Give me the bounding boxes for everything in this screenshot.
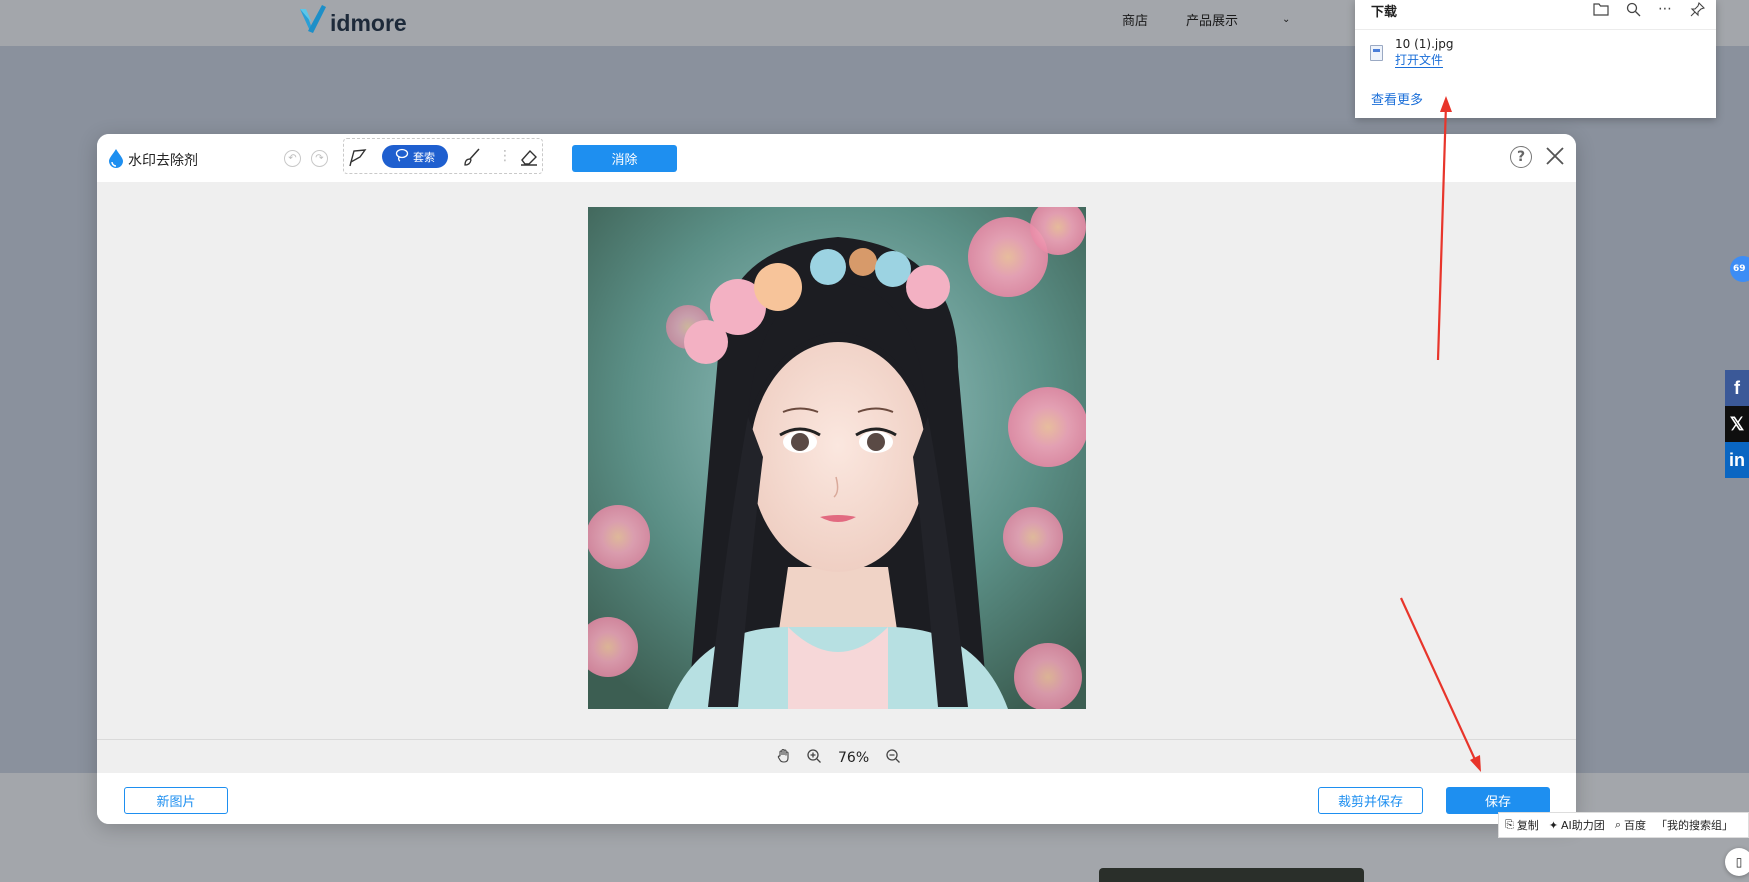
vidmore-logo-icon — [298, 3, 328, 37]
zoom-bar: 76% — [97, 740, 1576, 773]
site-logo[interactable]: idmore — [298, 3, 407, 37]
open-file-link[interactable]: 打开文件 — [1395, 53, 1444, 68]
downloads-actions: ⋯ — [1592, 0, 1706, 18]
copy-icon: ⎘ — [1505, 818, 1514, 831]
lasso-label: 套索 — [413, 150, 435, 164]
lasso-icon — [395, 148, 409, 165]
redo-icon[interactable]: ↷ — [311, 150, 328, 167]
modal-toolbar: 水印去除剂 ↶ ↷ 套索 ⋮ 消除 ? — [97, 134, 1576, 182]
linkedin-share-icon[interactable]: in — [1725, 442, 1749, 478]
folder-icon[interactable] — [1592, 0, 1610, 18]
nav-products-label: 产品展示 — [1186, 14, 1239, 29]
brush-icon[interactable] — [461, 146, 483, 168]
copy-action[interactable]: ⎘ 复制 — [1505, 817, 1539, 833]
logo-text: idmore — [330, 9, 407, 36]
modal-footer: 新图片 裁剪并保存 保存 — [97, 773, 1576, 824]
see-more-link[interactable]: 查看更多 — [1371, 89, 1423, 108]
nav-store[interactable]: 商店 — [1122, 10, 1148, 29]
reader-icon[interactable]: ▯ — [1725, 848, 1749, 876]
nav-products[interactable]: 产品展示 ⌄ — [1186, 10, 1328, 29]
zoom-out-icon[interactable] — [885, 748, 901, 768]
crop-and-save-button[interactable]: 裁剪并保存 — [1318, 787, 1423, 814]
downloads-panel: 下载 ⋯ 10 (1).jpg 打开文件 查看更多 — [1355, 0, 1716, 118]
chevron-down-icon: ⌄ — [1282, 14, 1291, 25]
edited-photo[interactable] — [588, 207, 1086, 709]
lasso-tool-button[interactable]: 套索 — [382, 145, 448, 168]
downloads-title: 下载 — [1371, 5, 1398, 20]
zoom-level: 76% — [838, 750, 870, 766]
watermark-remover-modal: 水印去除剂 ↶ ↷ 套索 ⋮ 消除 ? 76% 新图片 裁剪并保存 保存 — [97, 134, 1576, 824]
more-options-icon[interactable]: ⋯ — [1656, 0, 1674, 18]
search-small-icon: ⌕ — [1614, 818, 1621, 831]
close-icon[interactable] — [1543, 144, 1567, 168]
selection-toolbar: ⎘ 复制 ✦ AI助力团 ⌕ 百度 「我的搜索组」 — [1498, 812, 1749, 838]
save-button[interactable]: 保存 — [1446, 787, 1550, 814]
sparkle-icon: ✦ — [1548, 818, 1559, 832]
new-image-button[interactable]: 新图片 — [124, 787, 228, 814]
ai-action[interactable]: ✦ AI助力团 — [1549, 817, 1605, 833]
x-share-icon[interactable]: 𝕏 — [1725, 406, 1749, 442]
app-title: 水印去除剂 — [107, 148, 198, 172]
site-thumbnail — [1099, 868, 1364, 882]
facebook-share-icon[interactable]: f — [1725, 370, 1749, 406]
baidu-label: 百度 — [1623, 819, 1646, 832]
eraser-icon[interactable] — [518, 146, 540, 168]
help-icon[interactable]: ? — [1510, 146, 1532, 168]
search-icon[interactable] — [1624, 0, 1642, 18]
image-canvas[interactable] — [97, 182, 1576, 740]
hand-pan-icon[interactable] — [776, 748, 792, 768]
zoom-in-icon[interactable] — [806, 748, 822, 768]
polygon-lasso-icon[interactable] — [347, 146, 369, 168]
tool-separator: ⋮ — [498, 148, 512, 164]
pin-icon[interactable] — [1688, 0, 1706, 18]
search-group-action[interactable]: 「我的搜索组」 — [1656, 817, 1733, 833]
undo-icon[interactable]: ↶ — [284, 150, 301, 167]
download-file-name[interactable]: 10 (1).jpg — [1395, 37, 1453, 51]
image-file-icon — [1370, 45, 1383, 61]
downloads-divider — [1355, 29, 1716, 30]
side-badge[interactable]: 69 — [1730, 256, 1749, 282]
water-drop-icon — [107, 148, 125, 172]
app-title-text: 水印去除剂 — [128, 153, 198, 169]
ai-label: AI助力团 — [1561, 819, 1605, 832]
baidu-action[interactable]: ⌕ 百度 — [1615, 817, 1646, 833]
copy-label: 复制 — [1516, 819, 1539, 832]
zoom-controls: 76% — [776, 748, 901, 768]
erase-button[interactable]: 消除 — [572, 145, 677, 172]
